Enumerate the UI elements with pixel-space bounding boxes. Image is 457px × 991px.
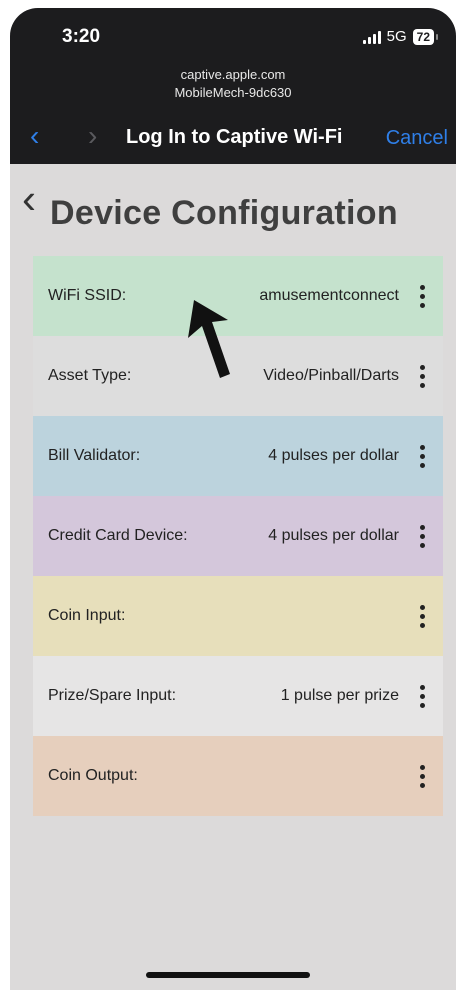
status-time: 3:20	[62, 26, 101, 47]
address-bar[interactable]: captive.apple.com MobileMech-9dc630	[10, 66, 456, 102]
config-row-label: Bill Validator:	[48, 447, 141, 464]
status-indicators: 5G 72	[362, 28, 439, 45]
more-vertical-icon[interactable]	[411, 576, 433, 656]
config-row[interactable]: Prize/Spare Input: 1 pulse per prize	[33, 656, 443, 736]
chevron-right-icon[interactable]: ›	[88, 122, 97, 150]
battery-icon: 72	[412, 28, 439, 45]
phone-screen: 3:20 5G 72 captive.apple.com MobileMech-…	[10, 8, 456, 990]
url-host: captive.apple.com	[180, 67, 286, 82]
more-vertical-icon[interactable]	[411, 416, 433, 496]
more-vertical-icon[interactable]	[411, 496, 433, 576]
browser-title: Log In to Captive Wi-Fi	[126, 126, 343, 148]
arrow-up-icon	[188, 300, 230, 378]
config-row-label: Credit Card Device:	[48, 527, 188, 544]
config-row-value: 4 pulses per dollar	[268, 447, 399, 464]
config-row-label: WiFi SSID:	[48, 287, 127, 304]
signal-icon	[362, 30, 381, 44]
back-chevron-icon[interactable]: ‹	[22, 178, 36, 220]
page-title: Device Configuration	[50, 194, 398, 232]
chevron-left-icon[interactable]: ‹	[30, 122, 39, 150]
cancel-button[interactable]: Cancel	[386, 127, 448, 150]
browser-top-bar: 3:20 5G 72 captive.apple.com MobileMech-…	[10, 8, 456, 164]
config-row-label: Prize/Spare Input:	[48, 687, 177, 704]
config-row-label: Coin Input:	[48, 607, 126, 624]
home-indicator[interactable]	[146, 972, 310, 978]
config-row-value: Video/Pinball/Darts	[263, 367, 399, 384]
config-row[interactable]: Bill Validator: 4 pulses per dollar	[33, 416, 443, 496]
config-row[interactable]: Credit Card Device: 4 pulses per dollar	[33, 496, 443, 576]
config-row-value: 1 pulse per prize	[280, 687, 399, 704]
config-row-label: Coin Output:	[48, 767, 138, 784]
config-row-value: amusementconnect	[259, 287, 399, 304]
config-row[interactable]: Coin Output:	[33, 736, 443, 816]
network-type: 5G	[386, 28, 407, 45]
config-row[interactable]: Coin Input:	[33, 576, 443, 656]
config-row-value: 4 pulses per dollar	[268, 527, 399, 544]
more-vertical-icon[interactable]	[411, 336, 433, 416]
more-vertical-icon[interactable]	[411, 736, 433, 816]
config-row-label: Asset Type:	[48, 367, 132, 384]
more-vertical-icon[interactable]	[411, 656, 433, 736]
more-vertical-icon[interactable]	[411, 256, 433, 336]
url-network: MobileMech-9dc630	[174, 85, 292, 100]
